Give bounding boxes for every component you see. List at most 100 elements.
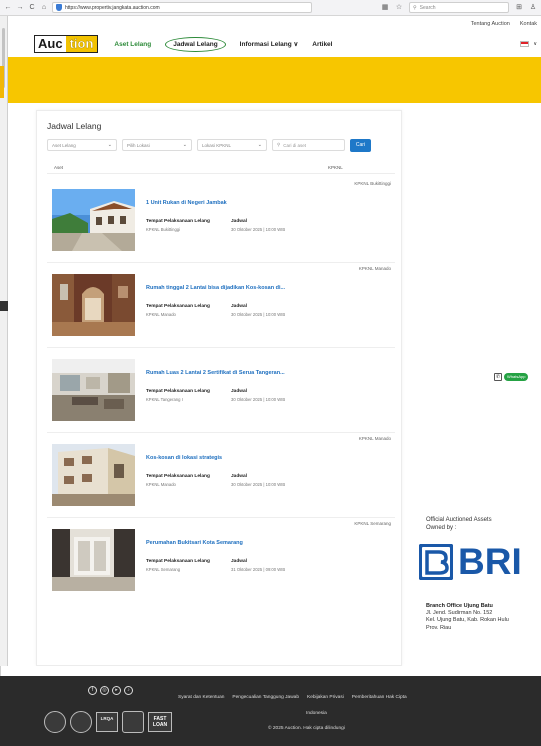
address-bar[interactable]: https://www.propertiv.jangkata.auction.c…: [52, 2, 312, 13]
listing-photo[interactable]: [52, 444, 135, 506]
browser-search-placeholder: Search: [419, 4, 436, 11]
bri-logo[interactable]: BRI: [419, 540, 541, 584]
home-icon[interactable]: ⌂: [40, 4, 48, 12]
schedule-value: 30 Oktober 2025 | 10:00 WIB: [231, 227, 286, 232]
shield-icon: [56, 4, 62, 11]
search-icon: ⚲: [413, 4, 417, 11]
venue-label: Tempat Pelaksanaan Lelang: [146, 559, 210, 564]
listing-title-link[interactable]: 1 Unit Rukan di Negeri Jambak: [146, 200, 227, 206]
footer-link-copyright[interactable]: Pemberitahuan Hak Cipta: [352, 695, 407, 700]
venue-label: Tempat Pelaksanaan Lelang: [146, 389, 210, 394]
venue-value: KPKNL Manado: [146, 482, 176, 487]
whatsapp-button[interactable]: WhatsApp: [504, 373, 529, 381]
venue-label: Tempat Pelaksanaan Lelang: [146, 474, 210, 479]
menu-informasi-lelang[interactable]: Informasi Lelang ∨: [240, 40, 299, 48]
footer-link-disclaimer[interactable]: Pengecualian Tanggung Jawab: [232, 695, 299, 700]
footer-copyright: © 2025 Auction. Hak cipta dilindungi: [268, 726, 345, 731]
reload-icon[interactable]: C: [28, 4, 36, 12]
venue-value: KPKNL Manado: [146, 312, 176, 317]
star-icon[interactable]: ☆: [395, 4, 403, 12]
lrqa-badge: LRQA: [96, 712, 118, 732]
listing-row[interactable]: KPKNL Bukittinggi 1 Unit Rukan di Negeri…: [47, 181, 395, 263]
listing-location: KPKNL Bukittinggi: [354, 181, 391, 186]
contact-buttons: ✆ WhatsApp: [494, 373, 529, 381]
phone-icon[interactable]: ✆: [494, 373, 502, 381]
asset-filter-select[interactable]: Aset Lelang ⌄: [47, 139, 117, 151]
listing-row[interactable]: KPKNL Semarang Perumahan Bukitsari Kota …: [47, 521, 395, 603]
owned-line-2: Owned by :: [426, 525, 457, 531]
schedule-value: 30 Oktober 2025 | 10:00 WIB: [231, 397, 286, 402]
qr-icon[interactable]: ▦: [381, 4, 389, 12]
certification-badges: LRQA FAST LOAN: [44, 711, 172, 733]
listing-title-link[interactable]: Rumah Luas 2 Lantai 2 Sertifikat di Seru…: [146, 370, 285, 376]
chevron-down-icon: ⌄: [107, 142, 112, 148]
venue-label: Tempat Pelaksanaan Lelang: [146, 304, 210, 309]
site-header: Auc tion Aset Lelang Jadwal Lelang Infor…: [8, 31, 541, 57]
grid-icon[interactable]: ⊞: [515, 4, 523, 12]
language-selector[interactable]: ∨: [520, 41, 541, 47]
indonesia-flag-icon: [520, 41, 530, 47]
owned-line-1: Official Auctioned Assets: [426, 517, 492, 523]
listing-title-link[interactable]: Rumah tinggal 2 Lantai bisa dijadikan Ko…: [146, 285, 285, 291]
schedule-label: Jadwal: [231, 304, 247, 309]
branch-line: Kel. Ujung Batu, Kab. Rokan Hulu: [426, 617, 509, 624]
asset-search-placeholder: Cari di aset: [283, 142, 307, 148]
row-divider: [47, 347, 395, 348]
facebook-icon[interactable]: f: [88, 686, 97, 695]
tiktok-icon[interactable]: ♪: [124, 686, 133, 695]
venue-value: KPKNL Semarang: [146, 567, 181, 572]
menu-aset-lelang[interactable]: Aset Lelang: [114, 41, 151, 48]
youtube-icon[interactable]: ▸: [112, 686, 121, 695]
listing-location: KPKNL Manado: [358, 266, 391, 271]
browser-search-input[interactable]: ⚲ Search: [409, 2, 509, 13]
listing-row[interactable]: KPKNL Manado Rumah tinggal 2 Lantai bisa…: [47, 266, 395, 348]
listing-row[interactable]: Rumah Luas 2 Lantai 2 Sertifikat di Seru…: [47, 351, 395, 433]
listing-photo[interactable]: [52, 189, 135, 251]
auction-logo[interactable]: Auc tion: [34, 35, 99, 53]
listing-photo[interactable]: [52, 274, 135, 336]
listing-title-link[interactable]: Perumahan Bukitsari Kota Semarang: [146, 540, 243, 546]
menu-artikel[interactable]: Artikel: [312, 41, 332, 48]
account-icon[interactable]: ♙: [529, 4, 537, 12]
listing-title-link[interactable]: Kos-kosan di lokasi strategis: [146, 455, 222, 461]
forward-icon[interactable]: →: [16, 4, 24, 12]
schedule-label: Jadwal: [231, 389, 247, 394]
kpknl-filter-value: Lokasi KPKNL: [202, 142, 232, 148]
back-icon[interactable]: ←: [4, 4, 12, 12]
bri-mark-icon: [419, 544, 453, 580]
location-filter-select[interactable]: Pilih Lokasi ⌄: [122, 139, 192, 151]
filter-bar: Aset Lelang ⌄ Pilih Lokasi ⌄ Lokasi KPKN…: [47, 138, 397, 152]
fast-loan-line-2: LOAN: [152, 722, 168, 728]
browser-toolbar: ← → C ⌂ https://www.propertiv.jangkata.a…: [0, 0, 541, 16]
listing-photo[interactable]: [52, 529, 135, 591]
search-button[interactable]: Cari: [350, 138, 371, 152]
branch-line: Jl. Jend. Sudirman No. 152: [426, 610, 493, 617]
kpknl-filter-select[interactable]: Lokasi KPKNL ⌄: [197, 139, 267, 151]
listing-photo[interactable]: [52, 359, 135, 421]
venue-value: KPKNL Tangerang I: [146, 397, 183, 402]
schedule-value: 30 Oktober 2025 | 10:00 WIB: [231, 312, 286, 317]
footer-link-terms[interactable]: Syarat dan Ketentuan: [178, 695, 224, 700]
venue-value: KPKNL Bukittinggi: [146, 227, 181, 232]
scroll-marker: [0, 301, 8, 311]
certification-badge: [122, 711, 144, 733]
row-divider: [47, 262, 395, 263]
search-icon: ⚲: [277, 142, 281, 147]
column-header-asset: Aset: [54, 165, 64, 170]
schedule-value: 30 Oktober 2025 | 10:00 WIB: [231, 482, 286, 487]
footer-country[interactable]: Indonesia: [306, 711, 327, 716]
browser-tools: ▦ ☆ ⚲ Search ⊞ ♙: [381, 2, 537, 13]
top-link-contact[interactable]: Kontak: [520, 21, 537, 27]
instagram-icon[interactable]: ◎: [100, 686, 109, 695]
top-links: Tentang Auction Kontak: [8, 17, 541, 31]
top-link-about[interactable]: Tentang Auction: [471, 21, 510, 27]
menu-jadwal-lelang[interactable]: Jadwal Lelang: [165, 36, 226, 52]
chevron-down-icon: ⌄: [257, 142, 262, 148]
footer-link-privacy[interactable]: Kebijakan Privasi: [307, 695, 344, 700]
listing-row[interactable]: KPKNL Manado Kos-kosan di lokasi strateg…: [47, 436, 395, 518]
main-menu: Aset Lelang Jadwal Lelang Informasi Lela…: [114, 36, 332, 52]
footer-links: Syarat dan Ketentuan Pengecualian Tanggu…: [178, 695, 407, 700]
asset-search-input[interactable]: ⚲ Cari di aset: [272, 139, 345, 151]
left-scrollbar[interactable]: [0, 16, 8, 666]
page-bottom-gap: [0, 666, 541, 676]
